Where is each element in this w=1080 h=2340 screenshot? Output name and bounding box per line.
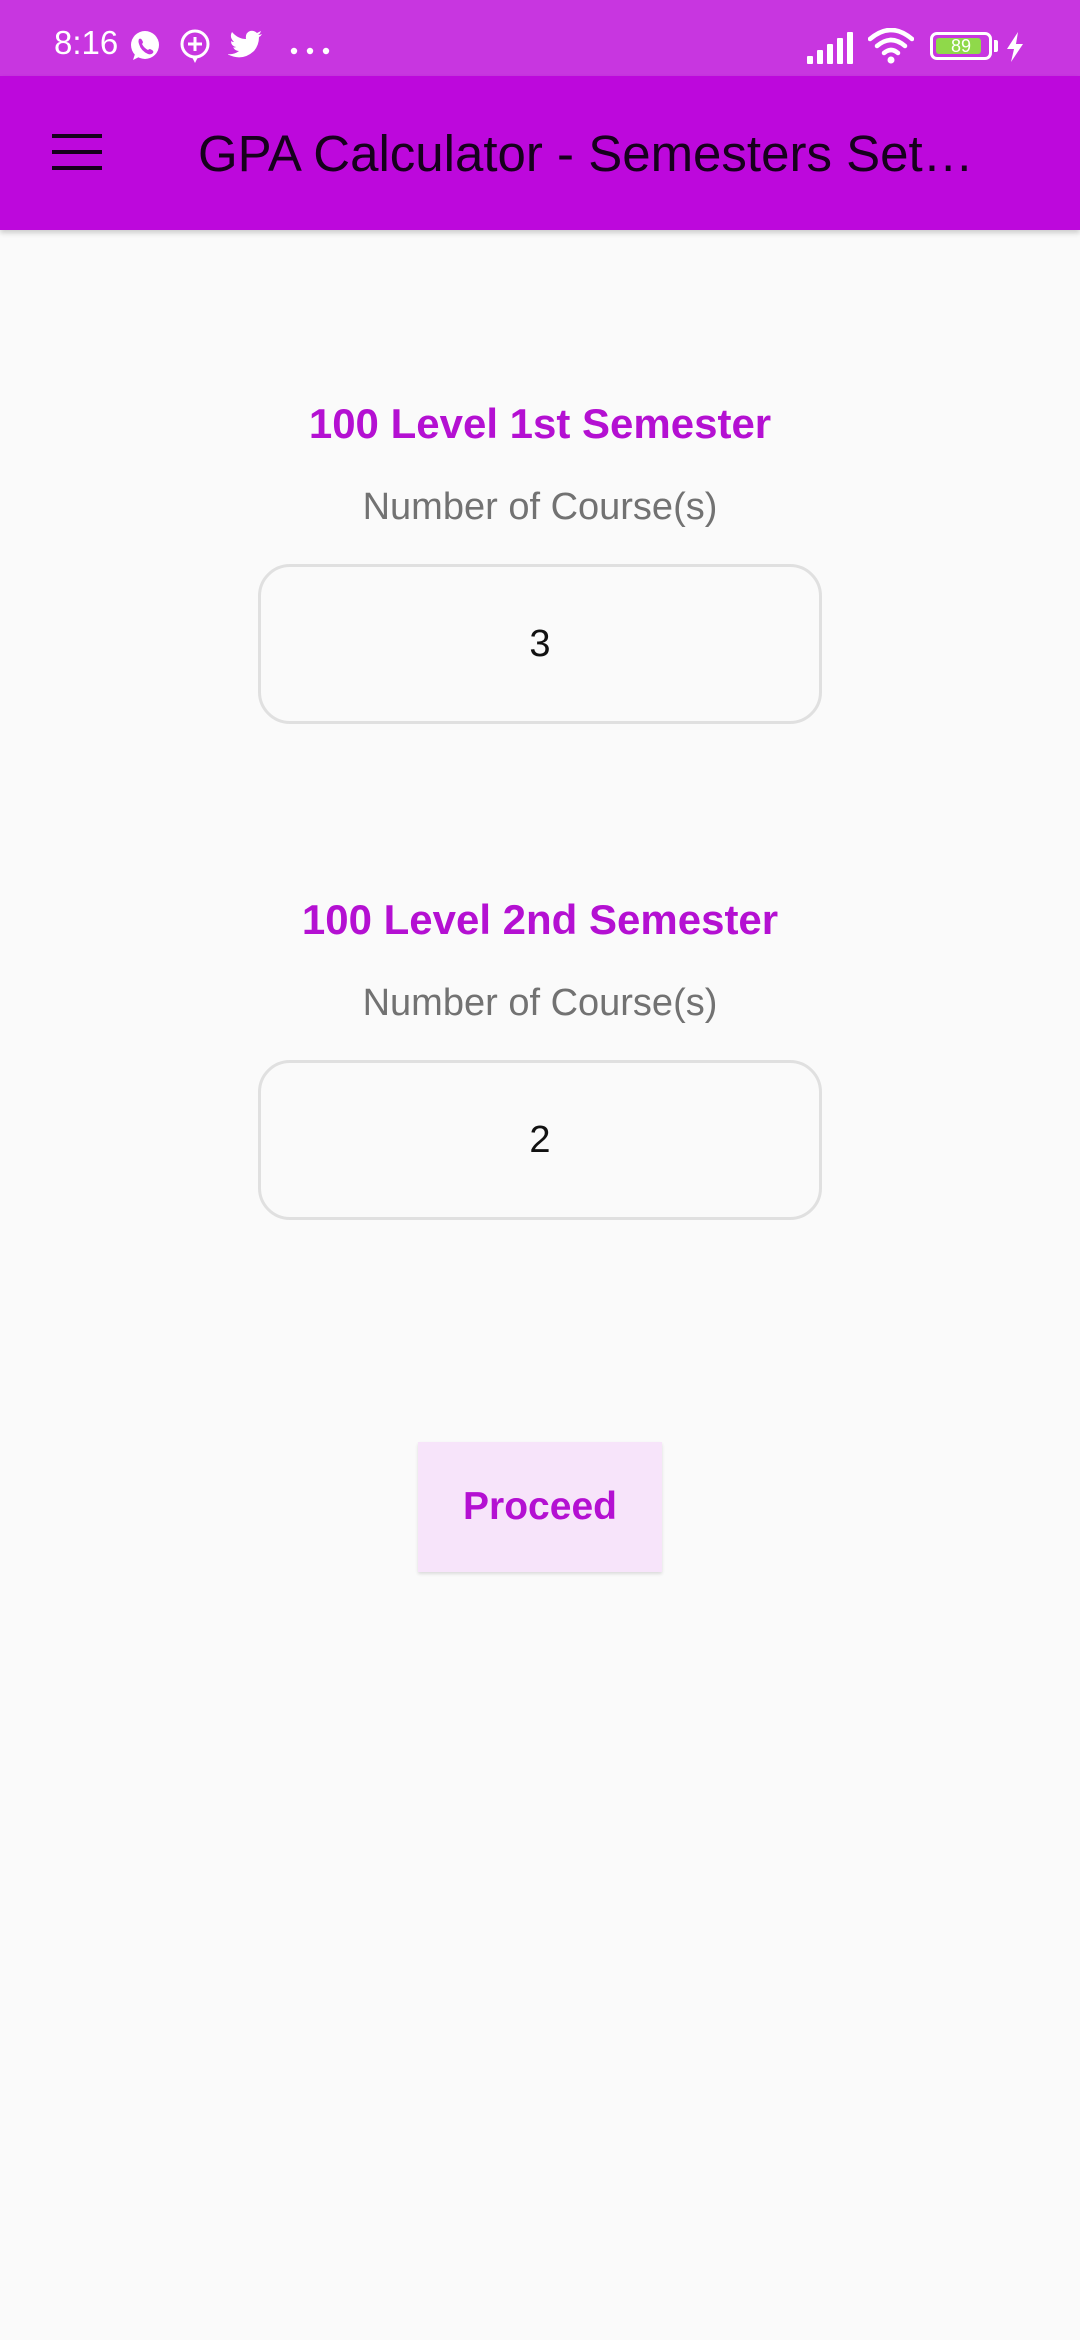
menu-button[interactable] xyxy=(36,116,116,190)
battery-cap xyxy=(994,40,998,52)
semester-1-title: 100 Level 1st Semester xyxy=(308,400,772,447)
semester-2-title: 100 Level 2nd Semester xyxy=(301,896,779,943)
battery-level-text: 89 xyxy=(950,36,972,56)
hamburger-menu-icon xyxy=(52,134,102,170)
semester-1-course-count-input[interactable] xyxy=(258,564,822,724)
battery-icon: 89 xyxy=(930,32,992,60)
message-plus-icon xyxy=(178,28,212,69)
signal-icon xyxy=(806,32,856,69)
semester-2-course-count-input[interactable] xyxy=(258,1060,822,1220)
semester-2-course-count-label: Number of Course(s) xyxy=(362,982,718,1024)
twitter-icon xyxy=(227,30,264,65)
whatsapp-icon xyxy=(128,29,162,68)
proceed-button[interactable]: Proceed xyxy=(418,1442,662,1572)
status-time: 8:16 xyxy=(54,24,119,61)
more-dots-icon xyxy=(290,42,330,60)
app-bar: GPA Calculator - Semesters Set… xyxy=(0,76,1080,230)
semester-1-course-count-label: Number of Course(s) xyxy=(362,486,718,528)
wifi-icon xyxy=(867,27,915,69)
page-title: GPA Calculator - Semesters Set… xyxy=(198,126,974,182)
status-bar: 8:16 89 xyxy=(0,0,1080,76)
charging-icon xyxy=(1004,32,1026,67)
